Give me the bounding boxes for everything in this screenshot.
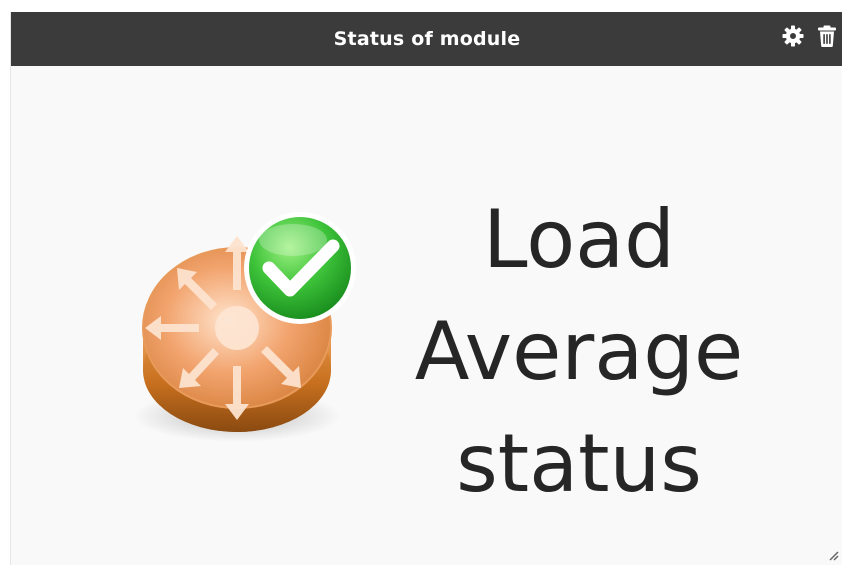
router-ok-icon	[133, 212, 356, 442]
trash-icon[interactable]	[815, 24, 839, 48]
module-status-label: Load Average status	[379, 184, 779, 520]
gear-icon[interactable]	[781, 24, 805, 48]
widget-title: Status of module	[333, 28, 521, 50]
status-line: status	[456, 417, 702, 510]
status-line: Average	[414, 305, 744, 398]
widget-titlebar[interactable]: Status of module	[11, 12, 842, 66]
widget-content: Load Average status	[11, 66, 842, 565]
widget-actions	[781, 24, 839, 48]
status-line: Load	[483, 193, 675, 286]
resize-handle-icon[interactable]	[829, 551, 839, 561]
module-status-widget: Status of module Load Average status	[10, 12, 842, 565]
